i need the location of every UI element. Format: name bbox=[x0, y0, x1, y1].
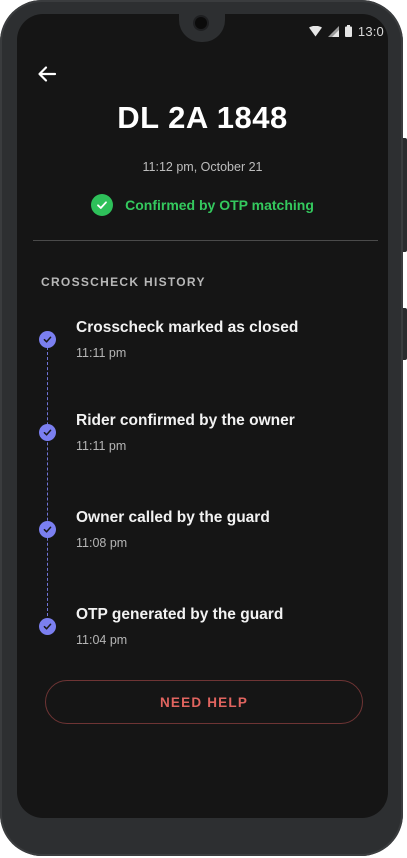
timeline-item: Crosscheck marked as closed 11:11 pm bbox=[17, 317, 388, 377]
timeline-item-title: Rider confirmed by the owner bbox=[76, 412, 295, 429]
timeline-item-time: 11:04 pm bbox=[76, 633, 128, 647]
divider bbox=[33, 240, 378, 241]
check-circle-icon bbox=[39, 331, 56, 348]
need-help-button[interactable]: NEED HELP bbox=[45, 680, 363, 724]
plate-number: DL 2A 1848 bbox=[117, 100, 288, 135]
check-circle-icon bbox=[39, 424, 56, 441]
app-screen: 13:0 DL 2A 1848 11:12 pm, October 21 Con… bbox=[17, 14, 388, 818]
camera-notch bbox=[179, 14, 225, 42]
front-camera bbox=[195, 17, 207, 29]
status-bar: 13:0 bbox=[308, 22, 384, 40]
check-circle-icon bbox=[39, 618, 56, 635]
timeline-item: Owner called by the guard 11:08 pm bbox=[17, 507, 388, 567]
volume-button bbox=[403, 138, 407, 252]
timeline-item: OTP generated by the guard 11:04 pm bbox=[17, 604, 388, 664]
arrow-left-icon bbox=[38, 66, 57, 82]
timeline-item-title: OTP generated by the guard bbox=[76, 606, 284, 623]
check-circle-icon bbox=[39, 521, 56, 538]
confirmation-text: Confirmed by OTP matching bbox=[125, 197, 314, 213]
status-time: 13:0 bbox=[357, 23, 384, 39]
timeline-item-time: 11:08 pm bbox=[76, 536, 128, 550]
timeline-item: Rider confirmed by the owner 11:11 pm bbox=[17, 410, 388, 470]
confirmation-status: Confirmed by OTP matching bbox=[17, 194, 388, 216]
timeline-item-title: Owner called by the guard bbox=[76, 509, 270, 526]
timeline-connector bbox=[47, 347, 48, 621]
timeline-item-title: Crosscheck marked as closed bbox=[76, 319, 299, 336]
battery-icon bbox=[344, 25, 352, 37]
timeline-item-time: 11:11 pm bbox=[76, 439, 127, 453]
section-title: CROSSCHECK HISTORY bbox=[41, 275, 206, 289]
timeline-item-time: 11:11 pm bbox=[76, 346, 127, 360]
back-button[interactable] bbox=[35, 62, 59, 86]
check-timestamp: 11:12 pm, October 21 bbox=[142, 160, 263, 174]
wifi-icon bbox=[308, 25, 322, 37]
check-circle-icon bbox=[91, 194, 114, 216]
cellular-signal-icon bbox=[327, 25, 339, 37]
power-button bbox=[403, 308, 407, 360]
